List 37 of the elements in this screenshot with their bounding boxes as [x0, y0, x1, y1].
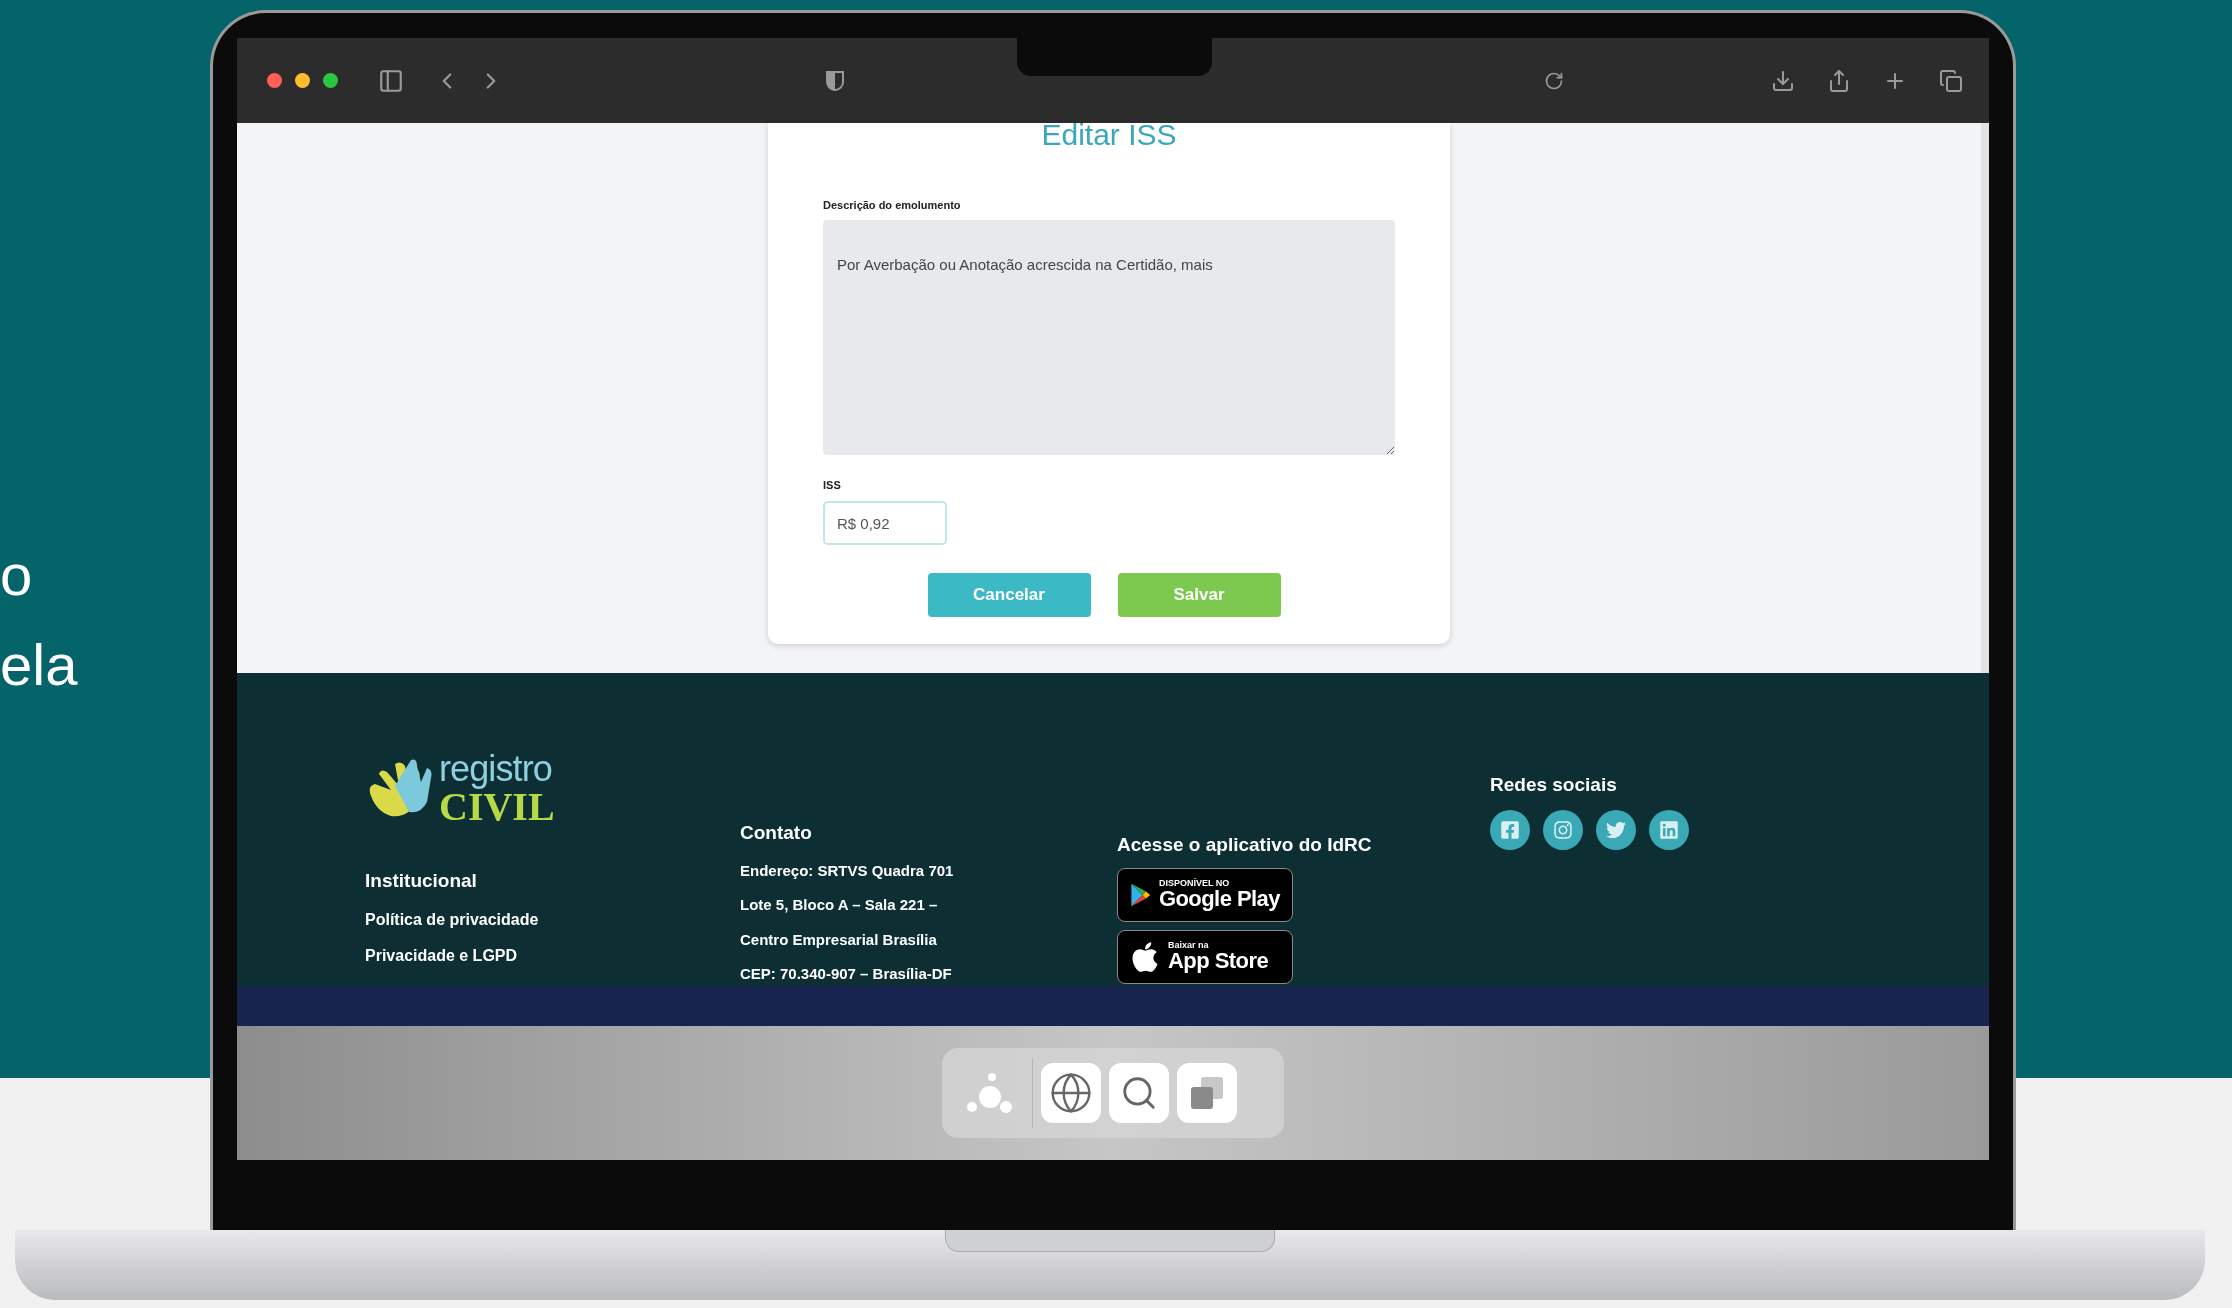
- overlapping-squares-app-icon[interactable]: [1177, 1063, 1237, 1123]
- footer-heading: Contato: [740, 821, 813, 845]
- search-app-icon[interactable]: [1109, 1063, 1169, 1123]
- address-line: Centro Empresarial Brasília: [740, 929, 937, 950]
- bird-icon[interactable]: [1596, 809, 1636, 850]
- footer-heading: Institucional: [365, 869, 478, 893]
- backdrop-text: o: [0, 541, 33, 609]
- footer-heading: Acesse o aplicativo do IdRC: [1117, 833, 1373, 857]
- facebook-icon[interactable]: [1490, 809, 1530, 850]
- instagram-icon[interactable]: [1543, 809, 1583, 850]
- address-line: Lote 5, Bloco A – Sala 221 –: [740, 895, 938, 915]
- share-icon[interactable]: [1827, 68, 1851, 93]
- minimize-window-button[interactable]: [295, 73, 310, 88]
- iss-input[interactable]: R$ 0,92: [823, 501, 947, 545]
- shield-icon[interactable]: [826, 70, 844, 91]
- description-textarea[interactable]: Por Averbação ou Anotação acrescida na Certidão, mais: [823, 219, 1395, 455]
- store-badge[interactable]: DISPONÍVEL NO Google Play: [1117, 867, 1293, 922]
- zoom-window-button[interactable]: [323, 73, 338, 88]
- address-line: CEP: 70.340-907 – Brasília-DF: [740, 964, 952, 984]
- address-line: Endereço: SRTVS Quadra 701: [740, 860, 954, 881]
- field-label: Descrição do emolumento: [823, 198, 962, 213]
- linkedin-icon[interactable]: [1649, 809, 1689, 850]
- footer-link[interactable]: Política de privacidade: [365, 907, 539, 932]
- reload-icon[interactable]: [1544, 70, 1564, 91]
- globe-app-icon[interactable]: [1041, 1063, 1101, 1123]
- backdrop-text: ela: [0, 631, 78, 699]
- store-badge[interactable]: Baixar na App Store: [1117, 929, 1293, 984]
- apple-icon: [1130, 939, 1160, 974]
- logo-text: registro: [439, 751, 553, 787]
- footer-heading: Redes sociais: [1490, 773, 1618, 797]
- close-window-button[interactable]: [267, 73, 282, 88]
- tabs-icon[interactable]: [1939, 68, 1963, 93]
- sidebar-icon[interactable]: [378, 67, 404, 94]
- footer-link[interactable]: Privacidade e LGPD: [365, 943, 518, 968]
- form-title: Editar ISS: [1041, 121, 1177, 149]
- field-label: ISS: [823, 477, 842, 493]
- download-icon[interactable]: [1771, 68, 1795, 93]
